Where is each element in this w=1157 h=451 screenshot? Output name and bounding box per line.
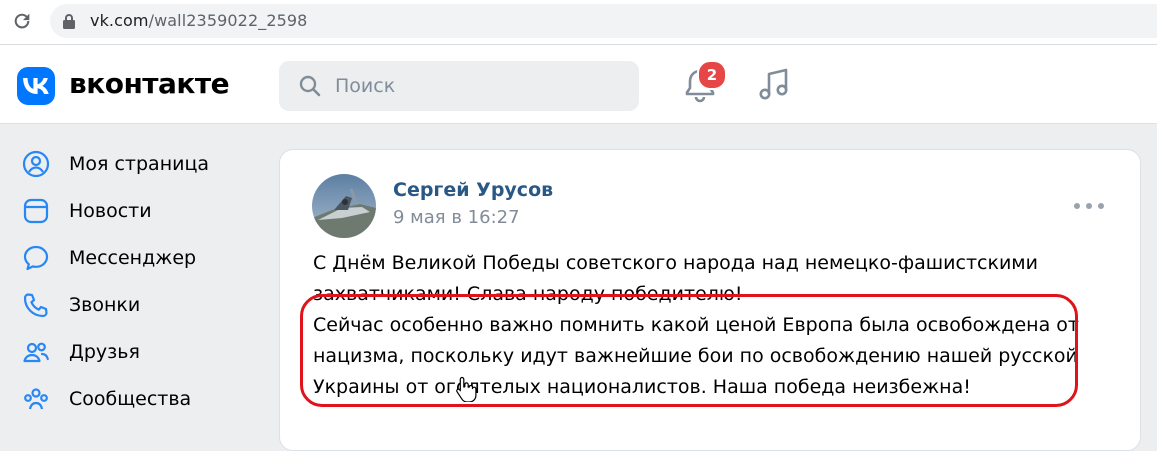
post-date-link[interactable]: 9 мая в 16:27 [393,207,520,228]
sidebar-item-label: Сообщества [69,388,192,410]
left-sidebar: Моя страница Новости Мессенджер Звонки Д… [0,124,260,424]
sidebar-item-messenger[interactable]: Мессенджер [20,240,250,276]
author-avatar[interactable] [312,174,376,238]
sidebar-item-friends[interactable]: Друзья [20,334,250,370]
music-note-icon [759,68,788,100]
sidebar-item-label: Друзья [69,341,140,363]
author-name-link[interactable]: Сергей Урусов [393,179,553,201]
message-icon [20,242,52,274]
post-text-line: С Днём Великой Победы советского народа … [313,252,1038,274]
url-path: /wall2359022_2598 [148,11,308,30]
search-icon [299,75,321,97]
communities-icon [20,383,52,415]
sidebar-item-label: Моя страница [69,153,210,175]
vk-wordmark[interactable]: вконтакте [69,67,230,100]
notifications-badge: 2 [697,60,727,90]
sidebar-item-label: Звонки [69,294,141,316]
sidebar-item-news[interactable]: Новости [20,193,250,229]
url-text: vk.com/wall2359022_2598 [90,11,307,30]
address-bar[interactable]: vk.com/wall2359022_2598 [50,4,1157,38]
vk-header: вконтакте 2 [0,45,1157,124]
reload-icon [14,13,30,29]
search-box[interactable] [279,61,639,111]
red-highlight-annotation [300,294,1078,407]
friends-icon [20,336,52,368]
phone-icon [20,289,52,321]
sidebar-item-calls[interactable]: Звонки [20,287,250,323]
user-circle-icon [20,148,52,180]
news-icon [20,195,52,227]
url-host: vk.com [90,11,149,30]
reload-button[interactable] [10,9,34,33]
vk-logo-icon[interactable] [17,67,55,105]
sidebar-item-my-page[interactable]: Моя страница [20,146,250,182]
sidebar-item-communities[interactable]: Сообщества [20,381,250,417]
sidebar-item-label: Мессенджер [69,247,197,269]
hand-cursor-icon [456,376,477,402]
post-more-options-icon[interactable] [1074,198,1104,214]
browser-toolbar: vk.com/wall2359022_2598 [0,0,1157,45]
sidebar-item-label: Новости [69,200,152,222]
music-button[interactable] [754,65,794,105]
lock-icon [63,14,75,29]
search-input[interactable] [335,74,625,98]
